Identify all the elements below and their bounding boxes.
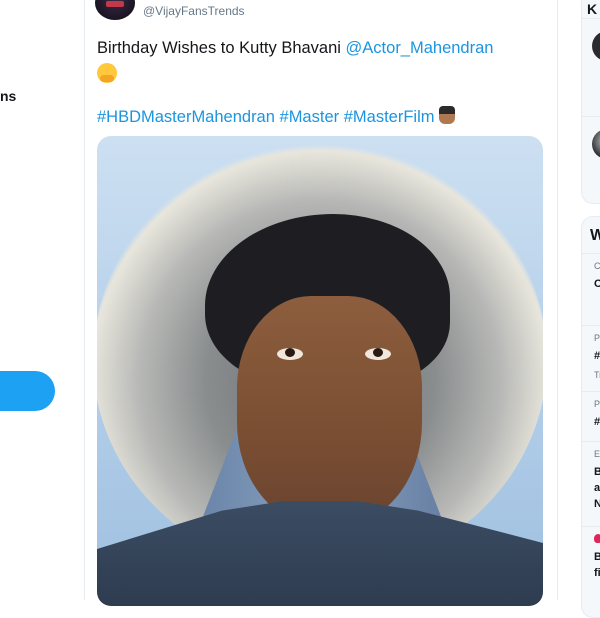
tweet-button[interactable]: [0, 371, 55, 411]
trends-panel: W C C P # Tr P # E B al N B fi: [581, 216, 600, 618]
avatar[interactable]: [95, 0, 135, 20]
hashtag-line: #HBDMasterMahendran #Master #MasterFilm: [97, 106, 557, 128]
left-nav: ns: [0, 0, 84, 600]
hashtag-link[interactable]: #Master: [280, 108, 340, 126]
trend-item[interactable]: P # Tr: [582, 325, 600, 392]
man-emoji-icon: [439, 106, 456, 124]
divider: [582, 116, 600, 117]
avatar[interactable]: [592, 129, 600, 159]
trend-count: Tr: [594, 370, 600, 380]
trend-title-line: N: [594, 498, 600, 510]
fire-icon: [594, 534, 600, 543]
photo-face: [237, 296, 422, 526]
hashtag-link[interactable]: #HBDMasterMahendran: [97, 108, 275, 126]
tweet-card: @VijayFansTrends Birthday Wishes to Kutt…: [84, 0, 558, 606]
trend-item[interactable]: P #: [582, 391, 600, 442]
right-sidebar: K W C C P # Tr P # E B al N B fi: [556, 0, 600, 618]
trend-category: P: [594, 333, 600, 343]
mention-link[interactable]: @Actor_Mahendran: [346, 39, 494, 57]
trend-title-line: fi: [594, 567, 600, 579]
trend-category: C: [594, 261, 600, 271]
photo-right-eye: [365, 348, 391, 360]
hashtag-link[interactable]: #MasterFilm: [344, 108, 435, 126]
divider: [582, 18, 600, 19]
trend-item[interactable]: B fi: [582, 526, 600, 607]
trend-item[interactable]: E B al N: [582, 441, 600, 527]
trend-title: B: [594, 551, 600, 563]
trend-title: B: [594, 466, 600, 478]
panel-heading: K: [587, 1, 598, 17]
tweet-photo[interactable]: [97, 136, 543, 606]
trend-title: C: [594, 278, 600, 290]
trend-title: #: [594, 350, 600, 362]
photo-shirt: [97, 501, 543, 606]
trend-category: P: [594, 399, 600, 409]
nav-item-label[interactable]: ns: [0, 88, 16, 104]
who-to-follow-panel: K: [581, 0, 600, 204]
trend-title: #: [594, 416, 600, 428]
photo-left-eye: [277, 348, 303, 360]
user-handle[interactable]: @VijayFansTrends: [143, 4, 245, 18]
trend-item[interactable]: C C: [582, 253, 600, 326]
tweet-text: Birthday Wishes to Kutty Bhavani @Actor_…: [97, 37, 547, 89]
hugging-face-icon: [97, 63, 117, 83]
tweet-text-body: Birthday Wishes to Kutty Bhavani: [97, 39, 341, 57]
trend-category: E: [594, 449, 600, 459]
avatar[interactable]: [592, 31, 600, 61]
panel-heading: W: [590, 227, 600, 244]
trend-title-line: al: [594, 482, 600, 494]
